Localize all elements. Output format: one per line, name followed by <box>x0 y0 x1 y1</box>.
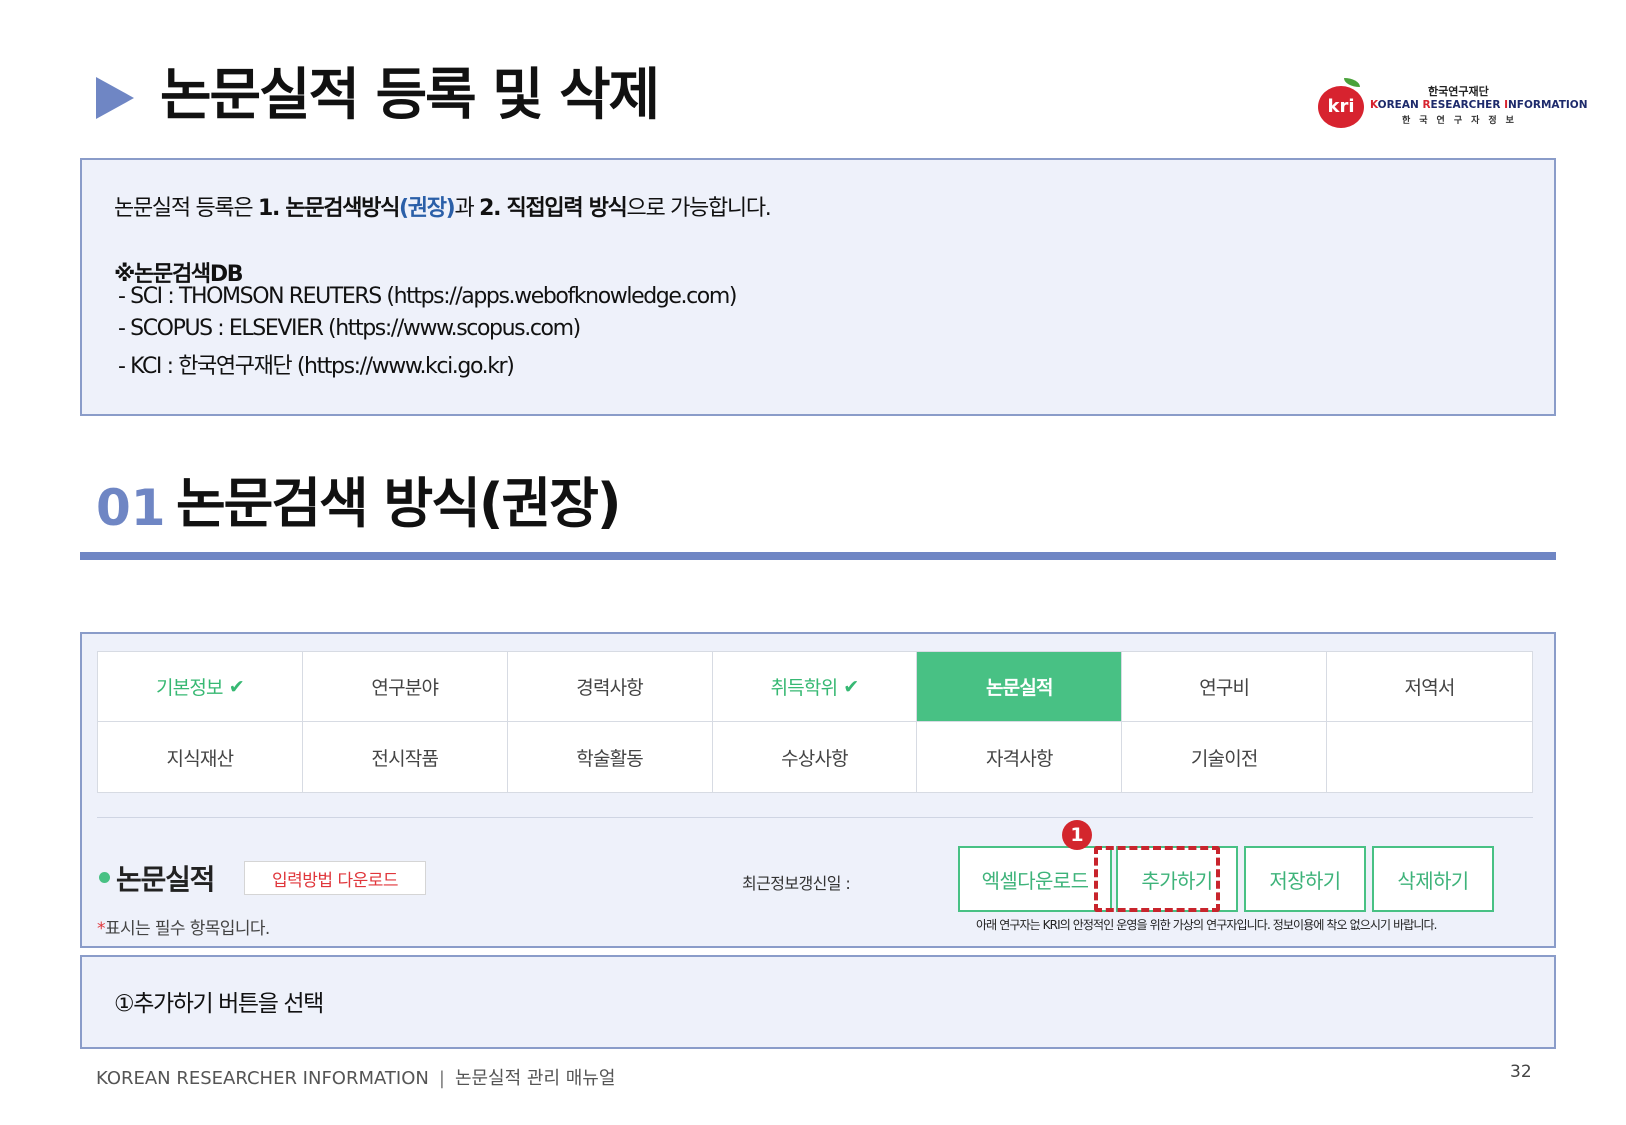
intro-box: 논문실적 등록은 1. 논문검색방식(권장)과 2. 직접입력 방식으로 가능합… <box>80 158 1556 416</box>
kri-apple-icon: kri <box>1318 86 1364 128</box>
menu-tab-grid: 기본정보 ✔ 연구분야 경력사항 취득학위 ✔ 논문실적 연구비 저역서 지식재산 … <box>97 651 1533 793</box>
tab-career[interactable]: 경력사항 <box>507 652 713 722</box>
tab-academic-activities[interactable]: 학술활동 <box>508 722 713 792</box>
panel-divider <box>97 817 1533 818</box>
add-button-highlight <box>1094 846 1220 912</box>
section-divider <box>80 552 1556 560</box>
intro-text: 논문실적 등록은 1. 논문검색방식(권장)과 2. 직접입력 방식으로 가능합… <box>114 196 772 221</box>
screenshot-panel: 기본정보 ✔ 연구분야 경력사항 취득학위 ✔ 논문실적 연구비 저역서 지식재산 … <box>80 632 1556 948</box>
required-note: *표시는 필수 항목입니다. <box>97 919 270 939</box>
footer-separator: | <box>438 1068 445 1089</box>
check-icon: ✔ <box>843 675 859 698</box>
tab-books[interactable]: 저역서 <box>1327 652 1532 722</box>
tab-papers[interactable]: 논문실적 <box>917 652 1123 722</box>
footer: KOREAN RESEARCHER INFORMATION | 논문실적 관리 매뉴… <box>96 1064 615 1090</box>
tab-awards[interactable]: 수상사항 <box>713 722 918 792</box>
tab-empty <box>1327 722 1532 792</box>
section-number: 01 <box>96 479 166 537</box>
step-instruction-text: ①추가하기 버튼을 선택 <box>114 991 324 1017</box>
kri-logo: kri 한국연구재단 KOREAN RESEARCHER INFORMATION… <box>1318 78 1588 128</box>
tab-intellectual-property[interactable]: 지식재산 <box>98 722 303 792</box>
section-title: 논문검색 방식(권장) <box>176 472 622 535</box>
db-item-kci: - KCI : 한국연구재단 (https://www.kci.go.kr) <box>118 354 515 379</box>
delete-button[interactable]: 삭제하기 <box>1372 846 1494 912</box>
tab-basic-info[interactable]: 기본정보 ✔ <box>98 652 303 722</box>
papers-subtitle: 논문실적 <box>116 863 215 896</box>
footer-manual-title: 논문실적 관리 매뉴얼 <box>454 1068 616 1089</box>
play-triangle-icon <box>96 77 134 119</box>
tab-research-field[interactable]: 연구분야 <box>302 652 508 722</box>
virtual-researcher-notice: 아래 연구자는 KRI의 안정적인 운영을 위한 가상의 연구자입니다. 정보이… <box>976 918 1437 932</box>
tab-exhibitions[interactable]: 전시작품 <box>303 722 508 792</box>
tab-certifications[interactable]: 자격사항 <box>917 722 1123 792</box>
db-item-sci: - SCI : THOMSON REUTERS (https://apps.we… <box>118 284 737 309</box>
excel-download-button[interactable]: 엑셀다운로드 <box>958 846 1112 912</box>
tab-tech-transfer[interactable]: 기술이전 <box>1122 722 1328 792</box>
step-number-badge: 1 <box>1062 820 1092 850</box>
save-button[interactable]: 저장하기 <box>1244 846 1366 912</box>
db-item-scopus: - SCOPUS : ELSEVIER (https://www.scopus.… <box>118 316 581 341</box>
input-method-download-button[interactable]: 입력방법 다운로드 <box>244 861 426 895</box>
tab-research-funds[interactable]: 연구비 <box>1122 652 1328 722</box>
logo-subtitle: 한국연구자정보 <box>1402 116 1523 126</box>
tab-degree[interactable]: 취득학위 ✔ <box>712 652 918 722</box>
page-number: 32 <box>1510 1062 1532 1082</box>
last-update-label: 최근정보갱신일 : <box>742 874 851 893</box>
logo-english-name: KOREAN RESEARCHER INFORMATION <box>1370 99 1588 111</box>
check-icon: ✔ <box>228 675 245 698</box>
footer-org: KOREAN RESEARCHER INFORMATION <box>96 1068 429 1089</box>
logo-korean-name: 한국연구재단 <box>1428 85 1489 98</box>
bullet-dot-icon <box>99 872 110 883</box>
page-title: 논문실적 등록 및 삭제 <box>160 63 660 128</box>
step-instruction-box: ①추가하기 버튼을 선택 <box>80 955 1556 1049</box>
